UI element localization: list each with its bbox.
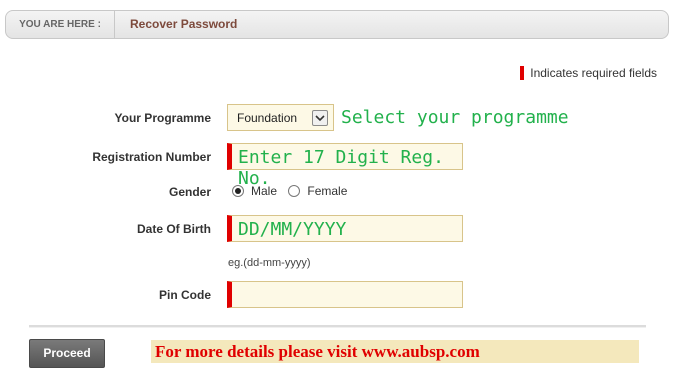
- form-divider: [29, 325, 646, 328]
- date-of-birth-hint: DD/MM/YYYY: [238, 219, 347, 240]
- pin-code-input[interactable]: [227, 281, 463, 308]
- date-of-birth-label: Date Of Birth: [136, 222, 211, 236]
- programme-select[interactable]: Foundation: [227, 104, 334, 131]
- programme-hint-annotation: Select your programme: [341, 107, 569, 128]
- required-fields-note: Indicates required fields: [520, 66, 657, 80]
- required-note-text: Indicates required fields: [530, 66, 657, 80]
- radio-selected-icon[interactable]: [232, 185, 244, 197]
- pin-code-label: Pin Code: [158, 288, 211, 302]
- proceed-button[interactable]: Proceed: [29, 339, 105, 368]
- registration-number-input[interactable]: Enter 17 Digit Reg. No.: [227, 143, 463, 189]
- gender-label: Gender: [168, 185, 211, 199]
- gender-radio-female[interactable]: Female: [288, 184, 347, 198]
- gender-option-female-label: Female: [307, 184, 348, 198]
- breadcrumb: YOU ARE HERE : Recover Password: [5, 10, 669, 39]
- programme-label: Your Programme: [114, 111, 211, 125]
- required-marker-icon: [520, 66, 525, 80]
- programme-selected-value: Foundation: [237, 111, 298, 125]
- date-of-birth-input[interactable]: DD/MM/YYYY: [227, 215, 463, 242]
- registration-number-label: Registration Number: [92, 150, 211, 164]
- chevron-down-icon[interactable]: [312, 110, 328, 126]
- registration-number-hint: Enter 17 Digit Reg. No.: [238, 147, 444, 189]
- gender-radio-male[interactable]: Male: [232, 184, 277, 198]
- gender-radio-group: Male Female: [232, 184, 355, 200]
- date-format-example: eg.(dd-mm-yyyy): [228, 257, 311, 269]
- info-banner: For more details please visit www.aubsp.…: [151, 340, 639, 363]
- breadcrumb-current-page[interactable]: Recover Password: [130, 11, 237, 38]
- gender-option-male-label: Male: [251, 184, 278, 198]
- breadcrumb-label: YOU ARE HERE :: [6, 11, 115, 38]
- radio-unselected-icon[interactable]: [288, 185, 301, 197]
